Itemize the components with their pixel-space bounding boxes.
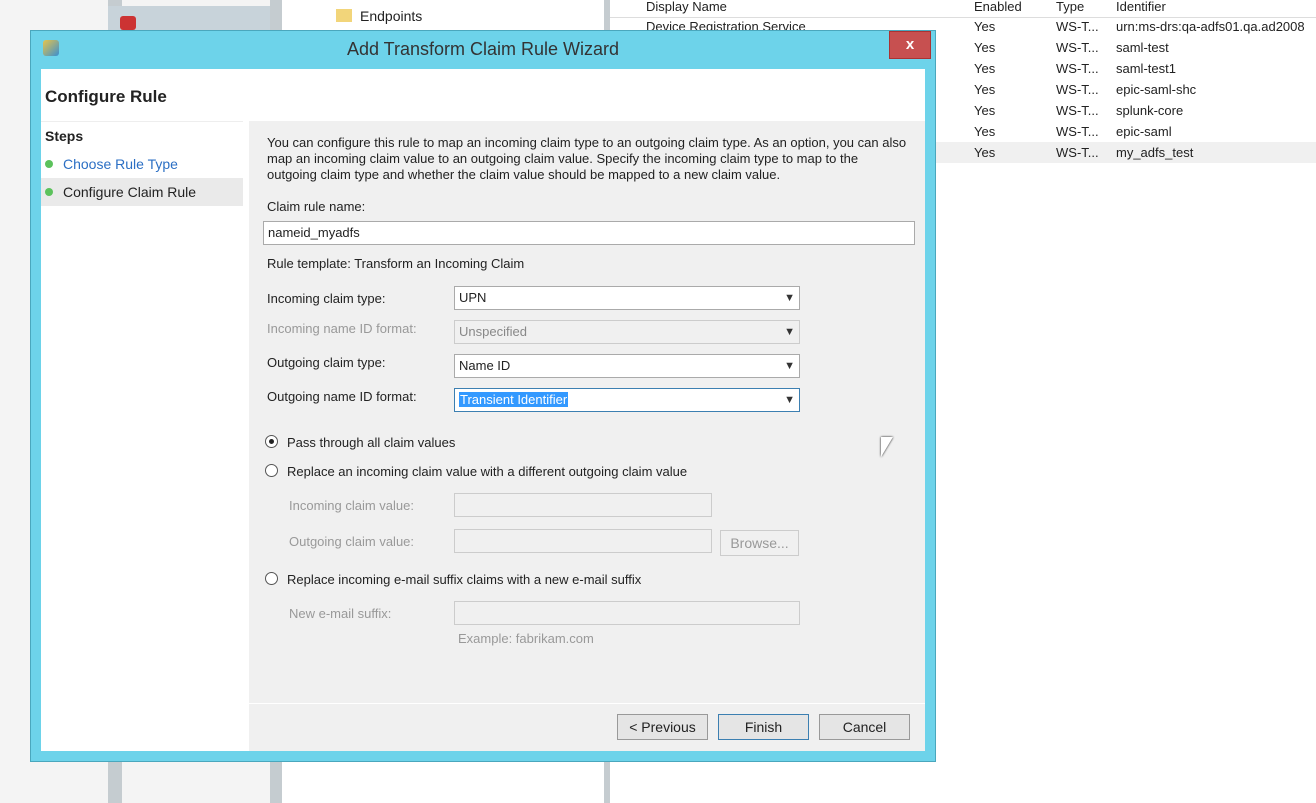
rule-name-label: Claim rule name:	[267, 199, 366, 214]
list-cell: urn:ms-drs:qa-adfs01.qa.ad2008	[1116, 19, 1305, 34]
list-cell: WS-T...	[1056, 124, 1099, 139]
steps-pane: Steps Choose Rule Type Configure Claim R…	[41, 121, 243, 751]
browse-button: Browse...	[720, 530, 799, 556]
tree-item-endpoints[interactable]: Endpoints	[336, 8, 422, 24]
content-pane: You can configure this rule to map an in…	[249, 121, 925, 751]
radio-pass-through-label[interactable]: Pass through all claim values	[287, 435, 455, 450]
selected-value: UPN	[459, 290, 487, 305]
outgoing-value-label: Outgoing claim value:	[289, 534, 415, 549]
chevron-down-icon: ▼	[784, 394, 795, 406]
col-identifier[interactable]: Identifier	[1116, 0, 1166, 14]
outgoing-format-label: Outgoing name ID format:	[267, 389, 417, 404]
tile-icon	[120, 16, 136, 30]
incoming-format-label: Incoming name ID format:	[267, 321, 417, 336]
list-cell: Yes	[974, 82, 996, 97]
email-suffix-input	[454, 601, 800, 625]
incoming-value-label: Incoming claim value:	[289, 498, 414, 513]
email-example: Example: fabrikam.com	[458, 631, 594, 646]
rule-template: Rule template: Transform an Incoming Cla…	[267, 256, 525, 271]
outgoing-type-select[interactable]: Name ID ▼	[454, 354, 800, 378]
radio-pass-through[interactable]	[265, 435, 278, 448]
step-choose-rule-type[interactable]: Choose Rule Type	[41, 150, 243, 178]
col-enabled[interactable]: Enabled	[974, 0, 1022, 14]
list-cell: WS-T...	[1056, 61, 1099, 76]
finish-button[interactable]: Finish	[718, 714, 809, 740]
list-cell: Yes	[974, 124, 996, 139]
list-cell: WS-T...	[1056, 82, 1099, 97]
dialog-title: Add Transform Claim Rule Wizard	[346, 39, 620, 59]
folder-icon	[336, 9, 352, 22]
list-cell: Yes	[974, 40, 996, 55]
email-suffix-label: New e-mail suffix:	[289, 606, 392, 621]
list-cell: saml-test1	[1116, 61, 1176, 76]
incoming-type-select[interactable]: UPN ▼	[454, 286, 800, 310]
chevron-down-icon: ▼	[784, 360, 795, 372]
rule-name-input[interactable]: nameid_myadfs	[263, 221, 915, 245]
col-display-name[interactable]: Display Name	[646, 0, 727, 14]
mouse-cursor-icon	[881, 437, 893, 457]
step-label: Configure Claim Rule	[63, 184, 197, 200]
close-button[interactable]: x	[889, 31, 931, 59]
outgoing-format-select[interactable]: Transient Identifier ▼	[454, 388, 800, 412]
cancel-button[interactable]: Cancel	[819, 714, 910, 740]
list-cell: splunk-core	[1116, 103, 1184, 118]
list-cell: Yes	[974, 61, 996, 76]
list-cell: WS-T...	[1056, 145, 1099, 160]
step-dot-icon	[45, 188, 53, 196]
radio-email-suffix[interactable]	[265, 572, 278, 585]
radio-replace-value[interactable]	[265, 464, 278, 477]
page-title: Configure Rule	[45, 87, 167, 106]
step-label: Choose Rule Type	[63, 156, 178, 172]
incoming-format-select: Unspecified ▼	[454, 320, 800, 344]
wizard-dialog: Add Transform Claim Rule Wizard x Config…	[30, 30, 936, 762]
description: You can configure this rule to map an in…	[267, 135, 907, 182]
selected-value: Unspecified	[459, 324, 527, 339]
chevron-down-icon: ▼	[784, 292, 795, 304]
selected-value: Name ID	[459, 358, 511, 373]
list-cell: WS-T...	[1056, 19, 1099, 34]
list-cell: epic-saml-shc	[1116, 82, 1197, 97]
list-cell: epic-saml	[1116, 124, 1172, 139]
incoming-type-label: Incoming claim type:	[267, 291, 386, 306]
radio-replace-value-label[interactable]: Replace an incoming claim value with a d…	[287, 464, 687, 479]
list-cell: WS-T...	[1056, 40, 1099, 55]
list-cell: Yes	[974, 19, 996, 34]
button-bar-divider	[249, 703, 925, 704]
list-cell: saml-test	[1116, 40, 1169, 55]
chevron-down-icon: ▼	[784, 326, 795, 338]
step-configure-claim-rule[interactable]: Configure Claim Rule	[41, 178, 243, 206]
radio-email-suffix-label[interactable]: Replace incoming e-mail suffix claims wi…	[287, 572, 641, 587]
incoming-value-input	[454, 493, 712, 517]
list-cell: my_adfs_test	[1116, 145, 1194, 160]
outgoing-value-input	[454, 529, 712, 553]
steps-title: Steps	[45, 128, 84, 144]
list-cell: WS-T...	[1056, 103, 1099, 118]
list-cell: Yes	[974, 103, 996, 118]
selected-value: Transient Identifier	[459, 392, 569, 407]
list-cell: Yes	[974, 145, 996, 160]
previous-button[interactable]: < Previous	[617, 714, 708, 740]
step-dot-icon	[45, 160, 53, 168]
col-type[interactable]: Type	[1056, 0, 1084, 14]
outgoing-type-label: Outgoing claim type:	[267, 355, 386, 370]
